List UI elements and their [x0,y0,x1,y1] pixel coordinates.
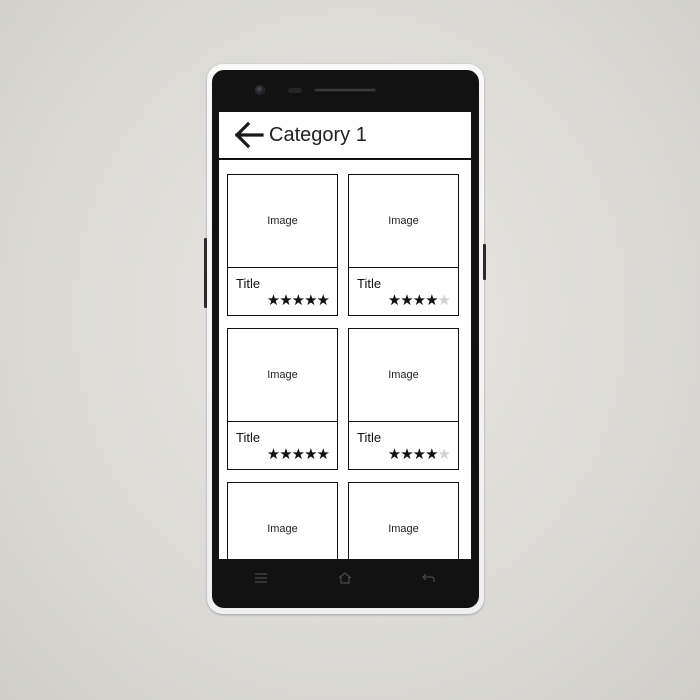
star-rating: ★★★★★ [387,292,451,309]
app-header: Category 1 [219,112,471,160]
proximity-sensor [288,88,302,93]
back-icon [421,573,435,582]
star-filled-icon: ★ [304,292,317,309]
home-icon [338,572,352,584]
product-card[interactable]: ImageTitle★★★★★ [227,482,338,559]
front-camera [256,86,264,94]
star-filled-icon: ★ [316,446,330,463]
star-filled-icon: ★ [425,446,438,463]
star-filled-icon: ★ [291,292,305,309]
star-filled-icon: ★ [266,446,280,463]
card-image-placeholder: Image [349,483,458,559]
product-card[interactable]: ImageTitle★★★★★ [227,328,338,470]
menu-icon [255,573,267,583]
star-filled-icon: ★ [400,292,413,309]
star-filled-icon: ★ [412,446,426,463]
card-title: Title [357,276,382,291]
page-title: Category 1 [269,124,367,146]
product-grid[interactable]: Image Title ★★★★★ Image Title ★★★★★ Image Title… [219,160,471,559]
card-title: Title [357,430,382,445]
product-card[interactable]: ImageTitle★★★★★ [348,482,459,559]
card-title: Title [236,276,261,291]
card-image-placeholder: Image [228,483,337,559]
product-card[interactable]: ImageTitle★★★★★ [348,174,459,316]
app-screen: Category 1 Image Title ★★★★★ Image Title ★★★★… [219,112,471,559]
star-rating: ★★★★★ [387,446,451,463]
star-filled-icon: ★ [387,292,401,309]
product-card[interactable]: ImageTitle★★★★★ [348,328,459,470]
star-filled-icon: ★ [316,292,330,309]
star-filled-icon: ★ [279,292,292,309]
product-card[interactable]: ImageTitle★★★★★ [227,174,338,316]
card-title: Title [236,430,261,445]
back-button[interactable] [233,121,265,149]
earpiece-speaker [314,88,376,92]
card-image-placeholder: Image [349,175,458,268]
star-empty-icon: ★ [437,446,451,463]
star-filled-icon: ★ [291,446,305,463]
star-filled-icon: ★ [304,446,317,463]
star-filled-icon: ★ [387,446,401,463]
volume-key [204,238,207,308]
menu-button[interactable] [251,568,271,588]
star-filled-icon: ★ [412,292,426,309]
card-image-placeholder: Image [228,329,337,422]
arrow-left-icon [234,121,264,149]
star-empty-icon: ★ [437,292,451,309]
star-filled-icon: ★ [425,292,438,309]
nav-back-button[interactable] [418,568,438,588]
star-filled-icon: ★ [400,446,413,463]
star-rating: ★★★★★ [266,292,330,309]
card-image-placeholder: Image [349,329,458,422]
power-key [483,244,486,280]
card-image-placeholder: Image [228,175,337,268]
star-rating: ★★★★★ [266,446,330,463]
star-filled-icon: ★ [279,446,292,463]
star-filled-icon: ★ [266,292,280,309]
home-button[interactable] [335,568,355,588]
navigation-bar [219,560,471,596]
